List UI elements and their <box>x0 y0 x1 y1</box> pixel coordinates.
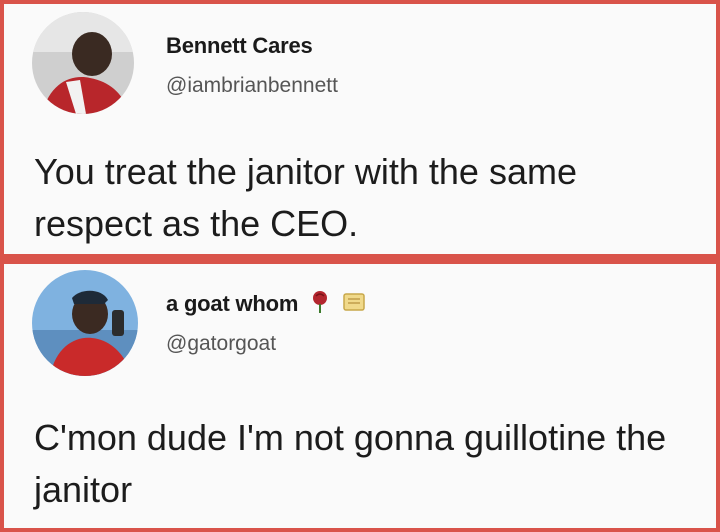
avatar[interactable] <box>32 270 138 376</box>
avatar[interactable] <box>32 12 134 114</box>
rose-icon <box>310 290 330 320</box>
tweet-card: Bennett Cares @iambrianbennett You treat… <box>4 4 716 254</box>
scroll-icon <box>342 291 366 319</box>
display-name-text: a goat whom <box>166 290 299 316</box>
display-name[interactable]: Bennett Cares <box>166 33 313 59</box>
tweet-card: a goat whom @gatorgoat C'mon dude I'm no… <box>4 264 716 528</box>
user-handle[interactable]: @iambrianbennett <box>166 74 338 98</box>
avatar-image <box>32 12 134 114</box>
tweet-text: C'mon dude I'm not gonna guillotine the … <box>34 417 667 510</box>
avatar-image <box>32 270 138 376</box>
user-handle[interactable]: @gatorgoat <box>166 332 276 356</box>
screenshot-frame: Bennett Cares @iambrianbennett You treat… <box>0 0 720 532</box>
display-name[interactable]: a goat whom <box>166 290 366 320</box>
tweet-text: You treat the janitor with the same resp… <box>34 151 577 244</box>
